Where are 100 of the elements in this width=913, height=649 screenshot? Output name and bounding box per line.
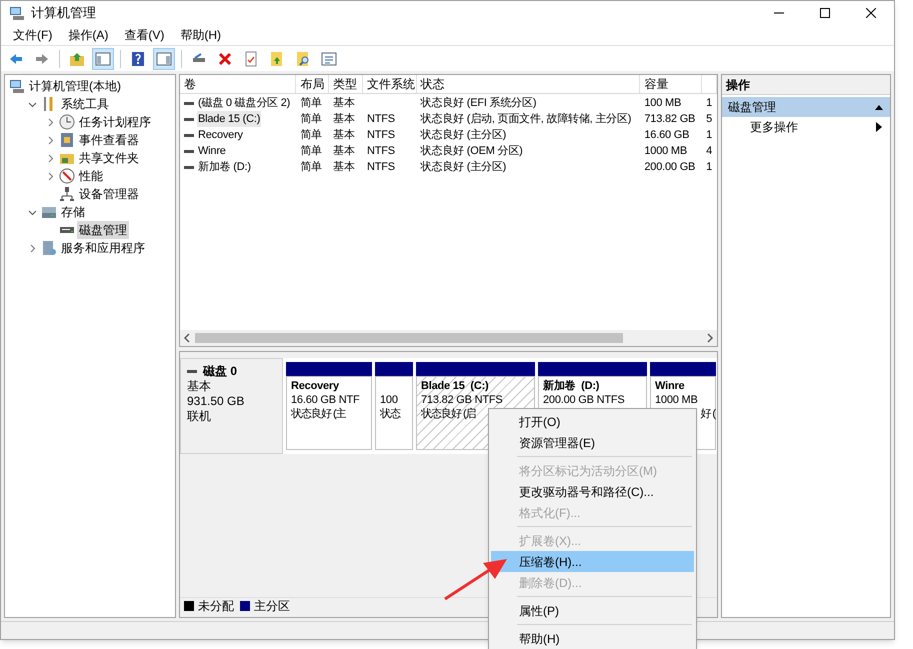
table-cell: Blade 15 (C:) [197,110,262,128]
partition-name: Blade 15 (C:) [421,379,488,393]
table-cell-text: 1 [706,160,712,175]
folder-search-icon [295,50,311,66]
table-cell-text: Winre [197,144,227,159]
table-cell-text: 100 MB [644,96,682,111]
table-cell-text: 基本 [333,160,355,175]
column-header[interactable]: 布局 [296,75,330,93]
network-device-icon [59,186,75,202]
computer-management-icon [9,5,25,21]
table-cell-text: NTFS [367,112,395,127]
action-item[interactable]: 更多操作 [722,117,890,137]
tree-item[interactable]: 服务和应用程序 [59,239,147,257]
volume-icon [184,150,194,152]
checked-document-icon [243,50,259,66]
table-cell-text: 状态良好 (启动, 页面文件, 故障转储, 主分区) [420,112,632,127]
annotation-arrow [443,557,509,601]
clock-icon [59,114,75,130]
tree-item[interactable]: 性能 [77,167,105,185]
table-cell-text: Recovery [197,128,244,143]
section-title: 磁盘管理 [728,99,777,116]
menu-item[interactable]: 文件(F) [5,25,60,45]
table-cell-text: 简单 [300,128,322,143]
actions-title: 操作 [722,75,890,95]
folder-up-icon [69,50,85,66]
disk-detail: 联机 [187,409,212,424]
menu-item[interactable]: 帮助(H) [172,25,229,45]
tree-item[interactable]: 共享文件夹 [77,149,141,167]
table-cell-text: 1 [706,96,712,111]
services-icon [41,240,57,256]
table-cell-text: 状态良好 (EFI 系统分区) [420,96,536,111]
volume-icon [184,166,194,168]
table-cell-text: 基本 [333,144,355,159]
table-cell-text: (磁盘 0 磁盘分区 2) [197,96,292,111]
context-menu-item[interactable]: 压缩卷(H)... [491,551,694,572]
tree-item[interactable]: 计算机管理(本地) [27,77,123,95]
table-cell-text: 1 [706,128,712,143]
legend-label: 未分配 [198,598,234,614]
column-header[interactable]: 状态 [416,75,640,93]
menu-item[interactable]: 查看(V) [116,25,172,45]
collapse-triangle-icon[interactable] [874,103,884,111]
table-cell-text: NTFS [367,144,395,159]
maximize-icon [820,8,830,18]
gauge-icon [59,168,75,184]
tree-item[interactable]: 存储 [59,203,87,221]
volume-icon [184,102,194,104]
partition-status: 状态 [380,407,400,421]
table-cell-text: 简单 [300,112,322,127]
partition-status: 状态良好 (启 [421,407,476,421]
pane-toggle-button[interactable] [92,48,114,70]
volume-icon [184,118,194,120]
section-header[interactable]: 磁盘管理 [722,97,890,117]
help-icon [130,50,146,66]
table-cell-text: 5 [706,112,712,127]
partition-name: 新加卷 (D:) [543,379,600,393]
partition-size: 100 [380,393,398,407]
volume-icon [184,134,194,136]
partition-size: 713.82 GB NTFS [421,393,503,407]
storage-icon [41,204,57,220]
context-menu-item[interactable]: 帮助(H) [491,628,694,649]
table-cell-text: 新加卷 (D:) [197,160,252,175]
partition-card[interactable]: 100 状态 [375,376,413,450]
pane-toggle-icon [95,50,111,66]
partition-name: Recovery [291,379,339,393]
table-cell-text: 4 [706,144,712,159]
table-cell-text: 713.82 GB [644,112,696,127]
partition-status: 状态良好 (主 [291,407,346,421]
pane-toggle-button[interactable] [153,48,175,70]
partition-name: Winre [655,379,684,393]
submenu-arrow-icon [876,122,882,132]
tree-item[interactable]: 任务计划程序 [77,113,153,131]
partition-size: 200.00 GB NTFS [543,393,625,407]
table-cell-text: 基本 [333,96,355,111]
tree-item[interactable]: 磁盘管理 [77,221,129,239]
column-header[interactable]: 容量 [640,75,702,93]
menu-item[interactable]: 操作(A) [60,25,116,45]
table-cell-text: 状态良好 (主分区) [420,160,506,175]
tree-item[interactable]: 事件查看器 [77,131,141,149]
list-icon [321,50,337,66]
tree-item[interactable]: 系统工具 [59,95,111,113]
table-cell-text: 简单 [300,160,322,175]
table-cell-text: NTFS [367,128,395,143]
context-menu-item[interactable]: 属性(P) [491,600,694,621]
horizontal-scrollbar[interactable] [180,330,717,346]
column-header[interactable]: 卷 [180,75,296,93]
computer-icon [9,78,25,94]
window-title: 计算机管理 [31,4,96,22]
column-header[interactable]: 文件系统 [363,75,417,93]
table-cell-text: 状态良好 (OEM 分区) [420,144,523,159]
close-icon [866,8,876,18]
disk-detail: 931.50 GB [187,394,246,409]
partition-status: 好 ( [700,407,715,421]
pane-toggle-icon [156,50,172,66]
table-cell-text: 基本 [333,128,355,143]
tree-item[interactable]: 设备管理器 [77,185,141,203]
delete-icon [217,50,233,66]
column-header[interactable]: 类型 [329,75,364,93]
context-menu-item[interactable]: 更改驱动器号和路径(C)... [491,481,694,502]
table-cell-text: 基本 [333,112,355,127]
partition-card[interactable]: Recovery 16.60 GB NTF 状态良好 (主 [286,376,372,450]
